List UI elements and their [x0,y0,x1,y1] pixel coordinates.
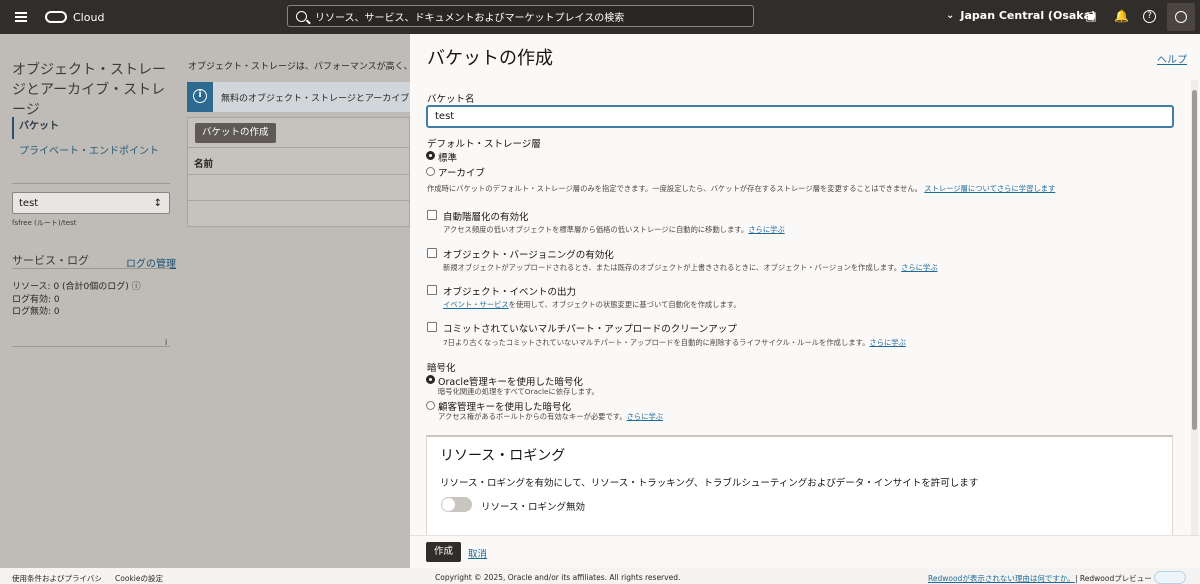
resource-logging-toggle-label: リソース・ロギング無効 [481,502,586,513]
divider [12,346,170,347]
divider [12,183,170,184]
cancel-button[interactable]: 取消 [468,546,487,560]
auto-tiering-checkbox[interactable] [427,210,437,220]
divider [188,174,410,175]
oracle-managed-key-note: 暗号化関連の処理をすべてOracleに依存します。 [438,387,599,396]
versioning-note: 新規オブジェクトがアップロードされるとき、または既存のオブジェクトが上書きされる… [443,263,938,272]
page-footer: 使用条件およびプライバシ Cookieの設定 Copyright © 2025,… [0,568,1200,584]
tier-standard-label[interactable]: 標準 [438,150,457,164]
object-events-note: イベント・サービスを使用して、オブジェクトの状態変更に基づいて自動化を作成します… [443,300,741,309]
compartment-value: test [19,197,39,209]
hamburger-menu-icon[interactable] [15,11,31,23]
resource-logging-title: リソース・ロギング [440,448,566,464]
object-events-label[interactable]: オブジェクト・イベントの出力 [443,284,576,298]
resource-logging-description: リソース・ロギングを有効にして、リソース・トラッキング、トラブルシューティングお… [440,478,979,489]
resource-logging-toggle[interactable] [441,497,472,512]
drawer-title: バケットの作成 [427,48,553,69]
help-icon[interactable]: ? [1143,10,1156,23]
service-logs-heading: サービス・ログ [12,254,89,267]
tier-archive-radio[interactable] [426,167,435,176]
info-icon: i [193,89,207,103]
brand-label[interactable]: Cloud [73,11,104,24]
chevron-down-icon: ⌄ [946,10,955,21]
chevron-up-down-icon: ↕ [153,197,162,209]
tier-standard-radio[interactable] [426,151,435,160]
redwood-preview-toggle[interactable] [1154,571,1186,584]
resources-log-count: リソース: 0 (合計0個のログ) ⓘ [12,282,141,292]
versioning-label[interactable]: オブジェクト・バージョニングの有効化 [443,247,614,261]
bucket-name-input[interactable]: test [426,105,1174,128]
auto-tiering-label[interactable]: 自動階層化の有効化 [443,209,529,223]
info-banner: 無料のオブジェクト・ストレージとアーカイブ [187,82,410,112]
divider [12,268,170,269]
events-service-link[interactable]: イベント・サービス [443,300,509,309]
redwood-why-link[interactable]: Redwoodが表示されない理由は何ですか。 [928,573,1075,584]
oracle-logo-icon[interactable] [45,11,67,23]
column-header-name[interactable]: 名前 [194,156,213,170]
create-bucket-button-background[interactable]: バケットの作成 [195,123,276,143]
cookie-settings-link[interactable]: Cookieの設定 [115,573,163,584]
versioning-learn-link[interactable]: さらに学ぶ [901,263,937,272]
top-navigation-bar: Cloud リソース、サービス、ドキュメントおよびマーケットプレイスの検索 ⌄ … [0,0,1200,34]
versioning-checkbox[interactable] [427,248,437,258]
divider [188,200,410,201]
copyright-text: Copyright © 2025, Oracle and/or its affi… [435,573,681,582]
encryption-label: 暗号化 [427,363,456,374]
tier-note: 作成時にバケットのデフォルト・ストレージ層のみを指定できます。一度設定したら、バ… [427,184,1056,193]
customer-managed-key-radio[interactable] [426,401,435,410]
sidebar-item-private-endpoints[interactable]: プライベート・エンドポイント [19,142,159,157]
drawer-scrollbar-thumb[interactable] [1192,90,1197,430]
customer-key-learn-link[interactable]: さらに学ぶ [627,412,663,421]
terms-privacy-link[interactable]: 使用条件およびプライバシ [12,573,102,584]
multipart-learn-link[interactable]: さらに学ぶ [869,338,905,347]
customer-managed-key-label[interactable]: 顧客管理キーを使用した暗号化 [438,399,571,413]
customer-managed-key-note: アクセス権があるボールトからの有効なキーが必要です。さらに学ぶ [438,412,664,421]
oracle-managed-key-label[interactable]: Oracle管理キーを使用した暗号化 [438,374,583,388]
multipart-cleanup-note: 7日より古くなったコミットされていないマルチパート・アップロードを自動的に削除す… [443,338,906,347]
object-events-checkbox[interactable] [427,285,437,295]
multipart-cleanup-label[interactable]: コミットされていないマルチパート・アップロードのクリーンアップ [443,321,737,335]
tier-archive-label[interactable]: アーカイブ [438,165,485,179]
compartment-select[interactable]: test ↕ [12,192,170,214]
user-profile-avatar-icon[interactable] [1167,3,1195,31]
auto-tiering-learn-link[interactable]: さらに学ぶ [748,225,784,234]
search-icon [296,10,307,22]
drawer-footer [410,535,1200,568]
redwood-preview-label: | Redwoodプレビュー [1075,574,1152,583]
search-placeholder: リソース、サービス、ドキュメントおよびマーケットプレイスの検索 [315,12,625,24]
multipart-cleanup-checkbox[interactable] [427,322,437,332]
info-circle-icon[interactable]: ⓘ [132,282,141,292]
bucket-name-label: バケット名 [427,94,475,105]
compartment-path: fsfree (ルート)/test [12,219,77,227]
divider [188,147,410,148]
region-label: Japan Central (Osaka) [960,9,1097,22]
region-selector[interactable]: ⌄ Japan Central (Osaka) [946,9,1096,22]
create-button[interactable]: 作成 [426,542,462,562]
sidebar-item-buckets[interactable]: バケット [12,117,59,139]
search-input[interactable]: リソース、サービス、ドキュメントおよびマーケットプレイスの検索 [287,5,754,27]
storage-tier-label: デフォルト・ストレージ層 [427,139,541,150]
page-title: オブジェクト・ストレージとアーカイブ・ストレージ [12,62,166,118]
auto-tiering-note: アクセス頻度の低いオブジェクトを標準層から価格の低いストレージに自動的に移動しま… [443,225,785,234]
small-info-marker: i [165,338,168,347]
intro-text: オブジェクト・ストレージは、パフォーマンスが高く、 [188,62,413,72]
logs-disabled-count: ログ無効: 0 [12,307,60,317]
help-link[interactable]: ヘルプ [1157,51,1187,66]
oracle-managed-key-radio[interactable] [426,375,435,384]
notifications-bell-icon[interactable]: 🔔 [1114,9,1129,23]
storage-tier-learn-link[interactable]: ストレージ層についてさらに学習します [924,184,1055,193]
cloud-shell-icon[interactable]: ▣ [1084,9,1098,23]
